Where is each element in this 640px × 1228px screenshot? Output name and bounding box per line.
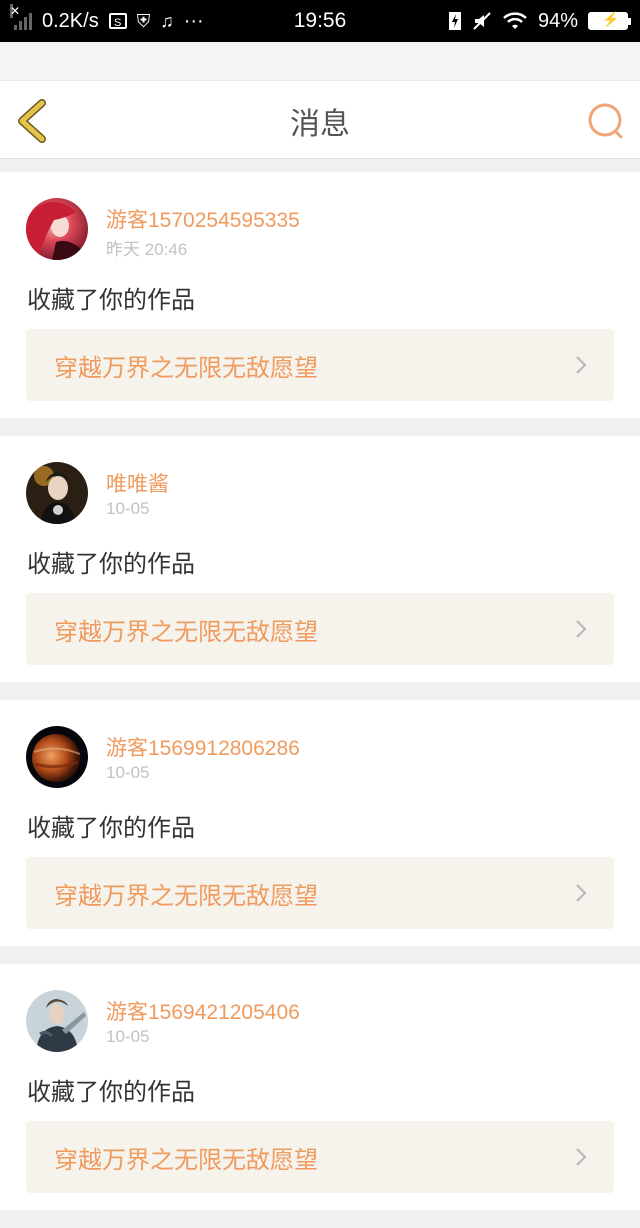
nav-bar: 消息 (0, 80, 640, 159)
username[interactable]: 游客1570254595335 (106, 204, 300, 234)
chevron-right-icon (576, 620, 587, 638)
work-title: 穿越万界之无限无敌愿望 (54, 353, 318, 382)
message-card: 唯唯酱 10-05 收藏了你的作品 穿越万界之无限无敌愿望 (0, 436, 640, 682)
avatar[interactable] (26, 726, 88, 788)
message-card: 游客1570254595335 昨天 20:46 收藏了你的作品 穿越万界之无限… (0, 172, 640, 418)
message-list: 游客1570254595335 昨天 20:46 收藏了你的作品 穿越万界之无限… (0, 172, 640, 1228)
chevron-right-icon (576, 356, 587, 374)
chevron-right-icon (576, 884, 587, 902)
header-band (0, 42, 640, 80)
message-text: 收藏了你的作品 (27, 1078, 195, 1106)
message-text: 收藏了你的作品 (27, 814, 195, 842)
work-link[interactable]: 穿越万界之无限无敌愿望 (26, 593, 614, 665)
avatar[interactable] (26, 462, 88, 524)
work-title: 穿越万界之无限无敌愿望 (54, 617, 318, 646)
message-text: 收藏了你的作品 (27, 286, 195, 314)
charging-icon (448, 11, 462, 31)
message-card: 游客1569912806286 10-05 收藏了你的作品 穿越万界之无限无敌愿… (0, 700, 640, 946)
wifi-icon (502, 11, 528, 31)
timestamp: 10-05 (106, 1027, 150, 1046)
page-title: 消息 (290, 106, 350, 142)
username[interactable]: 游客1569912806286 (106, 732, 300, 762)
work-link[interactable]: 穿越万界之无限无敌愿望 (26, 329, 614, 401)
work-link[interactable]: 穿越万界之无限无敌愿望 (26, 1121, 614, 1193)
battery-icon: ⚡ (588, 11, 631, 30)
timestamp: 10-05 (106, 763, 150, 782)
avatar[interactable] (26, 990, 88, 1052)
work-title: 穿越万界之无限无敌愿望 (54, 881, 318, 910)
chevron-right-icon (576, 1148, 587, 1166)
status-bar: ✕ 0.2K/s S ⛨ ♫ ··· 19:56 94% ⚡ (0, 0, 640, 42)
message-card: 游客1569421205406 10-05 收藏了你的作品 穿越万界之无限无敌愿… (0, 964, 640, 1210)
username[interactable]: 唯唯酱 (106, 468, 169, 498)
message-text: 收藏了你的作品 (27, 550, 195, 578)
username[interactable]: 游客1569421205406 (106, 996, 300, 1026)
timestamp: 昨天 20:46 (106, 240, 188, 259)
search-icon (588, 103, 623, 139)
work-title: 穿越万界之无限无敌愿望 (54, 1145, 318, 1174)
search-button[interactable] (586, 101, 626, 141)
work-link[interactable]: 穿越万界之无限无敌愿望 (26, 857, 614, 929)
mute-icon (472, 11, 492, 31)
status-right-group: 94% ⚡ (448, 0, 631, 42)
battery-percent: 94% (537, 9, 578, 32)
avatar[interactable] (26, 198, 88, 260)
timestamp: 10-05 (106, 499, 150, 518)
